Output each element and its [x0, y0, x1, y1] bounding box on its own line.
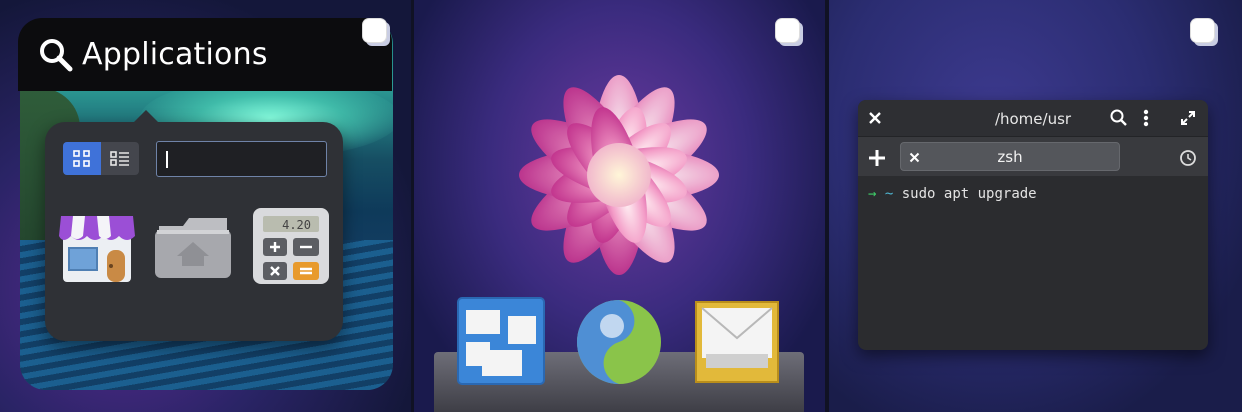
workspace-switcher-icon[interactable]	[456, 296, 546, 388]
window-stack-icon	[363, 19, 390, 46]
dahlia-flower-image	[519, 75, 719, 275]
prompt-arrow: →	[868, 186, 877, 202]
mail-inbox-icon[interactable]	[692, 296, 782, 388]
calculator-display: 4.20	[282, 218, 311, 232]
text-caret	[166, 151, 168, 168]
terminal-tab[interactable]: zsh	[900, 142, 1120, 171]
app-search-input[interactable]	[156, 141, 327, 177]
search-icon[interactable]	[38, 37, 74, 73]
popover-notch	[133, 110, 159, 123]
window-stack-icon	[776, 19, 803, 46]
terminal-tab-bar: zsh	[858, 136, 1208, 176]
window-stack-icon	[1191, 19, 1218, 46]
menu-kebab-icon[interactable]	[1143, 109, 1149, 127]
prompt-tilde: ~	[884, 186, 894, 202]
terminal-panel: /home/usr zsh → ~ sudo apt upgrade	[829, 0, 1242, 412]
dock-panel	[414, 0, 825, 412]
maximize-icon[interactable]	[1180, 110, 1196, 126]
applications-header: Applications	[18, 18, 392, 91]
new-tab-icon[interactable]	[868, 149, 886, 167]
terminal-output[interactable]: → ~ sudo apt upgrade	[868, 186, 1037, 202]
stage: Applications 4.20 /home/usr zsh → ~ sudo…	[0, 0, 1242, 412]
store-icon[interactable]	[55, 202, 139, 286]
grid-view-button[interactable]	[63, 142, 101, 175]
tab-label: zsh	[997, 148, 1023, 166]
terminal-command: sudo apt upgrade	[901, 186, 1037, 202]
calculator-icon[interactable]: 4.20	[249, 202, 333, 286]
terminal-title: /home/usr	[994, 110, 1072, 128]
list-view-button[interactable]	[101, 142, 139, 175]
history-clock-icon[interactable]	[1179, 149, 1197, 167]
grid-view-icon	[73, 149, 90, 167]
browser-globe-icon[interactable]	[574, 296, 664, 388]
applications-title: Applications	[82, 37, 268, 72]
applications-panel: Applications 4.20	[0, 0, 411, 412]
app-launcher-popover: 4.20	[45, 110, 343, 341]
list-view-icon	[110, 150, 129, 166]
search-icon[interactable]	[1110, 109, 1128, 127]
home-folder-icon[interactable]	[151, 202, 235, 286]
terminal-window: /home/usr zsh → ~ sudo apt upgrade	[858, 100, 1208, 350]
view-mode-toggle	[63, 142, 139, 175]
terminal-titlebar: /home/usr	[858, 100, 1208, 136]
